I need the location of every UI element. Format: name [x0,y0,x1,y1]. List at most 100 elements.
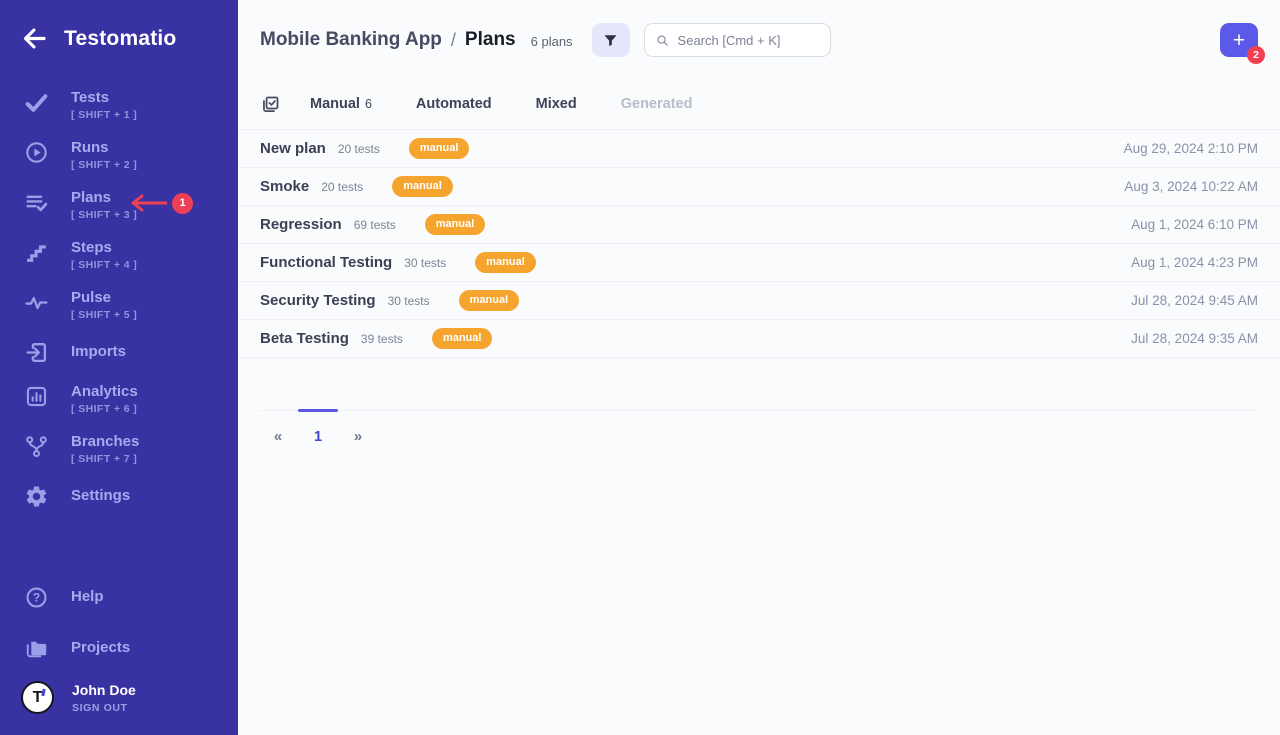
sign-out-link[interactable]: SIGN OUT [72,702,136,714]
add-plan-button[interactable]: + 2 [1220,23,1258,57]
analytics-icon [23,383,49,409]
breadcrumb-separator: / [451,30,456,51]
sidebar-item-tests[interactable]: Tests [ SHIFT + 1 ] [0,80,238,130]
sidebar-item-label: Branches [71,433,139,451]
manual-badge: manual [425,214,486,234]
tab-mixed[interactable]: Mixed [536,96,577,112]
funnel-icon [602,32,619,49]
gear-icon [23,483,49,509]
search-input[interactable] [678,33,820,48]
filter-button[interactable] [592,23,630,57]
sidebar-item-label: Tests [71,89,137,107]
playlist-check-icon [23,189,49,215]
plan-name: Smoke [260,178,309,195]
manual-badge: manual [409,138,470,158]
plan-name: Functional Testing [260,254,392,271]
sidebar-item-shortcut: [ SHIFT + 5 ] [71,309,137,321]
sidebar-item-shortcut: [ SHIFT + 4 ] [71,259,137,271]
avatar-accent [41,689,45,696]
plan-row[interactable]: Security Testing 30 tests manual Jul 28,… [238,282,1280,320]
tab-automated[interactable]: Automated [416,96,492,112]
manual-badge: manual [459,290,520,310]
select-all-icon[interactable] [260,94,281,115]
sidebar-item-shortcut: [ SHIFT + 7 ] [71,453,139,465]
app-logo[interactable]: Testomatio [64,27,176,51]
check-icon [23,89,49,115]
manual-badge: manual [432,328,493,348]
plans-table: New plan 20 tests manual Aug 29, 2024 2:… [238,130,1280,358]
breadcrumb-project[interactable]: Mobile Banking App [260,29,442,51]
search-box[interactable] [644,23,831,57]
page-title: Plans [465,29,516,51]
sidebar-item-label: Runs [71,139,137,157]
page-header: Mobile Banking App / Plans 6 plans + 2 [238,0,1280,57]
back-arrow-icon[interactable] [21,25,48,52]
manual-badge: manual [475,252,536,272]
search-icon [655,33,670,48]
sidebar-item-pulse[interactable]: Pulse [ SHIFT + 5 ] [0,280,238,330]
pulse-icon [23,289,49,315]
user-name: John Doe [72,682,136,699]
sidebar-item-label: Steps [71,239,137,257]
sidebar-item-plans[interactable]: Plans [ SHIFT + 3 ] [0,180,238,230]
manual-badge: manual [392,176,453,196]
sidebar-item-settings[interactable]: Settings [0,474,238,518]
sidebar-item-help[interactable]: ? Help [0,575,238,619]
sidebar-item-steps[interactable]: Steps [ SHIFT + 4 ] [0,230,238,280]
plan-tests-count: 69 tests [354,218,396,232]
plus-icon: + [1233,30,1245,51]
sidebar-header: Testomatio [0,0,238,52]
sidebar-item-label: Imports [71,343,126,361]
sidebar-item-projects[interactable]: Projects [0,626,238,670]
plan-row[interactable]: Smoke 20 tests manual Aug 3, 2024 10:22 … [238,168,1280,206]
red-arrow-icon [126,192,170,214]
sidebar-item-runs[interactable]: Runs [ SHIFT + 2 ] [0,130,238,180]
sidebar-item-label: Projects [71,639,130,657]
sidebar-item-label: Pulse [71,289,137,307]
plan-row[interactable]: Regression 69 tests manual Aug 1, 2024 6… [238,206,1280,244]
folder-icon [23,635,49,661]
import-icon [23,339,49,365]
plan-tests-count: 30 tests [388,294,430,308]
stairs-icon [23,239,49,265]
sidebar-item-label: Settings [71,487,130,505]
plan-row[interactable]: New plan 20 tests manual Aug 29, 2024 2:… [238,130,1280,168]
sidebar-item-label: Analytics [71,383,138,401]
tab-generated[interactable]: Generated [621,96,693,112]
notification-badge: 2 [1247,46,1265,64]
plan-name: New plan [260,140,326,157]
plan-name: Security Testing [260,292,376,309]
user-menu[interactable]: T John Doe SIGN OUT [0,677,238,722]
svg-text:?: ? [32,590,39,604]
prev-page-button[interactable]: « [271,428,285,445]
plan-date: Aug 1, 2024 4:23 PM [1131,255,1258,270]
plan-row[interactable]: Beta Testing 39 tests manual Jul 28, 202… [238,320,1280,358]
avatar: T [21,681,54,714]
plan-tests-count: 39 tests [361,332,403,346]
plan-row[interactable]: Functional Testing 30 tests manual Aug 1… [238,244,1280,282]
sidebar: Testomatio Tests [ SHIFT + 1 ] Runs [ SH… [0,0,238,735]
annotation-step-badge: 1 [172,193,193,214]
pagination: « 1 » [260,410,1258,445]
plans-count: 6 plans [531,34,573,49]
plan-tests-count: 20 tests [338,142,380,156]
sidebar-item-branches[interactable]: Branches [ SHIFT + 7 ] [0,424,238,474]
sidebar-nav: Tests [ SHIFT + 1 ] Runs [ SHIFT + 2 ] P… [0,80,238,518]
active-page-indicator [298,409,338,412]
plan-date: Aug 29, 2024 2:10 PM [1124,141,1258,156]
tutorial-annotation: 1 [126,192,193,214]
sidebar-item-analytics[interactable]: Analytics [ SHIFT + 6 ] [0,374,238,424]
sidebar-item-shortcut: [ SHIFT + 2 ] [71,159,137,171]
tab-manual[interactable]: Manual 6 [310,96,372,112]
plan-tests-count: 20 tests [321,180,363,194]
page-number-1[interactable]: 1 [298,429,338,445]
next-page-button[interactable]: » [351,428,365,445]
branch-icon [23,433,49,459]
sidebar-item-label: Help [71,588,104,606]
plan-name: Beta Testing [260,330,349,347]
plan-date: Jul 28, 2024 9:35 AM [1131,331,1258,346]
sidebar-item-shortcut: [ SHIFT + 6 ] [71,403,138,415]
plan-date: Jul 28, 2024 9:45 AM [1131,293,1258,308]
sidebar-item-imports[interactable]: Imports [0,330,238,374]
plan-date: Aug 3, 2024 10:22 AM [1124,179,1258,194]
